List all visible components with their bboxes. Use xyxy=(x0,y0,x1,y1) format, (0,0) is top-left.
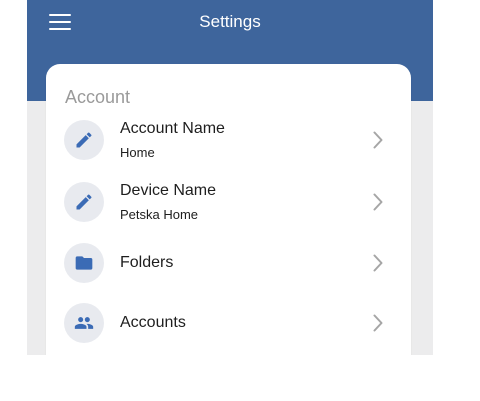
row-label: Device Name xyxy=(120,182,217,199)
account-name-row[interactable]: Account Name Home xyxy=(46,111,411,169)
chevron-right-icon xyxy=(373,131,383,149)
row-label: Account Name xyxy=(120,120,225,137)
page-title: Settings xyxy=(199,12,261,31)
chevron-right-icon xyxy=(373,314,383,332)
chevron-right-icon xyxy=(373,254,383,272)
settings-screen: Settings Account Account Name Home Devic… xyxy=(27,0,433,355)
accounts-row[interactable]: Accounts xyxy=(46,294,411,352)
chevron-right-icon xyxy=(373,193,383,211)
row-sublabel: Petska Home xyxy=(120,207,199,222)
section-title: Account xyxy=(65,87,131,107)
people-icon xyxy=(64,303,104,343)
row-label: Accounts xyxy=(120,314,186,331)
folder-icon xyxy=(64,243,104,283)
row-label: Folders xyxy=(120,254,174,271)
pencil-icon xyxy=(64,120,104,160)
pencil-icon xyxy=(64,182,104,222)
row-sublabel: Home xyxy=(120,145,155,160)
account-settings-card: Account Account Name Home Device Name Pe… xyxy=(46,64,411,355)
device-name-row[interactable]: Device Name Petska Home xyxy=(46,173,411,231)
folders-row[interactable]: Folders xyxy=(46,234,411,292)
